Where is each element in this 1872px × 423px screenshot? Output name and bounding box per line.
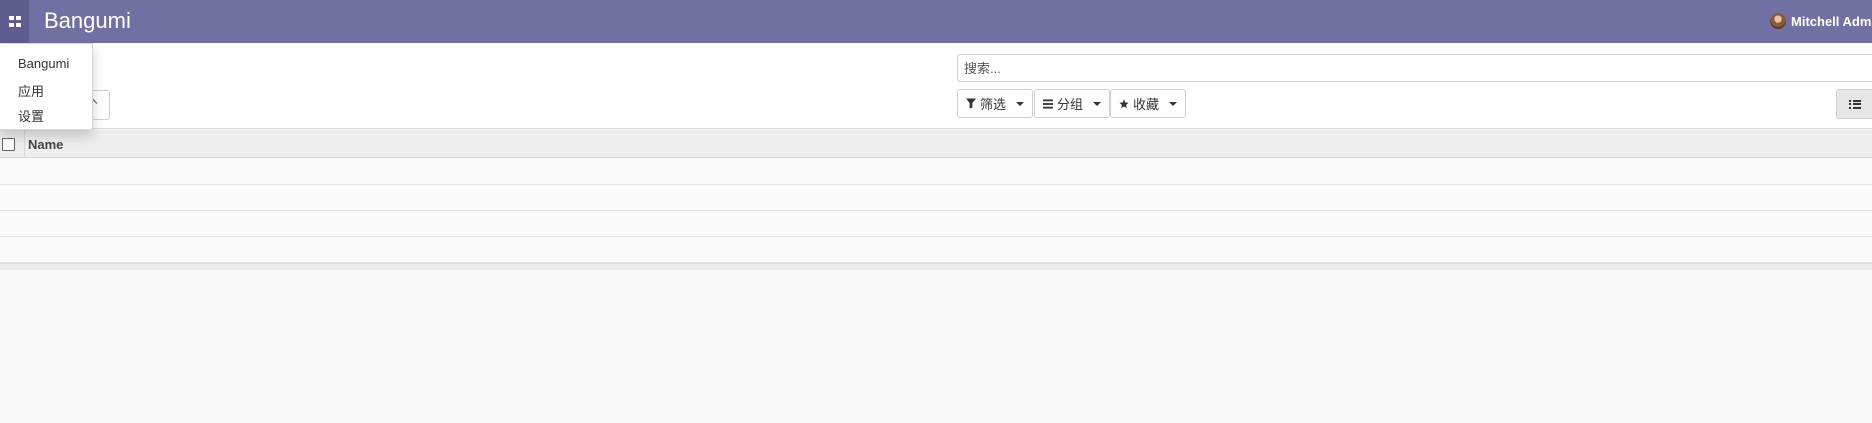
- search-input[interactable]: [958, 55, 1872, 81]
- caret-down-icon: [1093, 101, 1101, 106]
- list-view-button[interactable]: [1836, 89, 1872, 119]
- menu-item-bangumi[interactable]: Bangumi: [18, 56, 69, 71]
- user-menu[interactable]: Mitchell Adm: [1770, 11, 1871, 31]
- control-panel: 筛选 分组 收藏: [0, 43, 1872, 129]
- list-body: [0, 159, 1872, 263]
- menu-item-apps[interactable]: 应用: [18, 81, 44, 100]
- filter-button[interactable]: 筛选: [957, 89, 1033, 118]
- column-divider: [24, 130, 25, 158]
- apps-menu-button[interactable]: [0, 0, 29, 43]
- group-by-label: 分组: [1056, 97, 1083, 112]
- caret-down-icon: [1169, 101, 1177, 106]
- menu-item-settings[interactable]: 设置: [18, 106, 44, 125]
- table-row: [0, 185, 1872, 211]
- list-view-icon: [1848, 99, 1861, 109]
- filter-icon: [966, 98, 976, 109]
- filter-label: 筛选: [979, 97, 1006, 112]
- list-header: Name: [0, 130, 1872, 158]
- apps-dropdown-menu: Bangumi 应用 设置: [0, 43, 93, 130]
- column-header-name[interactable]: Name: [28, 137, 63, 152]
- list-footer: [0, 263, 1872, 270]
- table-row: [0, 237, 1872, 263]
- caret-down-icon: [1016, 101, 1024, 106]
- star-icon: [1119, 98, 1129, 108]
- table-row: [0, 159, 1872, 185]
- search-box: [957, 54, 1872, 82]
- apps-grid-icon: [8, 16, 21, 27]
- select-all-checkbox[interactable]: [2, 138, 15, 151]
- favorites-label: 收藏: [1132, 97, 1159, 112]
- group-by-button[interactable]: 分组: [1034, 89, 1110, 118]
- favorites-button[interactable]: 收藏: [1110, 89, 1186, 118]
- table-row: [0, 211, 1872, 237]
- group-bars-icon: [1043, 98, 1053, 109]
- user-name: Mitchell Adm: [1791, 13, 1872, 29]
- top-navbar: Bangumi Mitchell Adm: [0, 0, 1872, 43]
- avatar: [1770, 13, 1786, 29]
- app-title[interactable]: Bangumi: [44, 7, 131, 35]
